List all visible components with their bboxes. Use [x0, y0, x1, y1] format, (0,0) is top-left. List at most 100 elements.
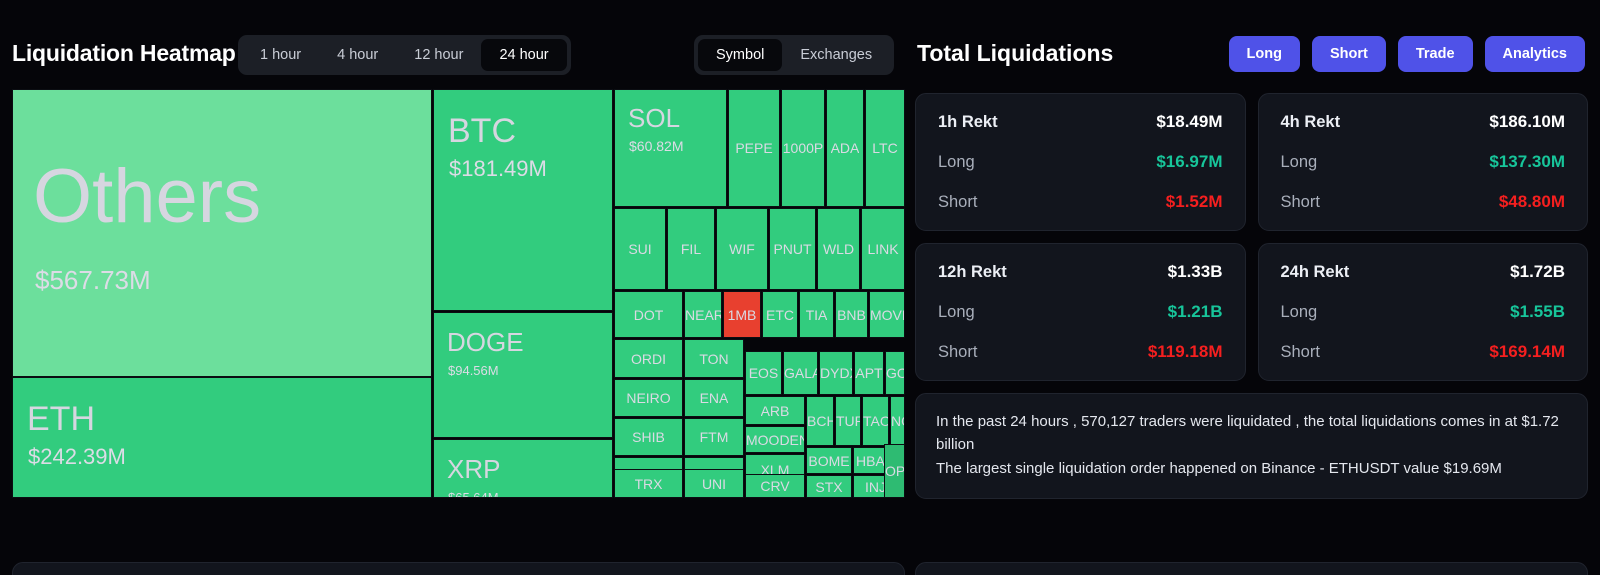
treemap-tile-not[interactable]: NOT — [890, 396, 905, 446]
treemap-tile-goat[interactable]: GOAT — [885, 351, 905, 395]
treemap-tile-ltc[interactable]: LTC — [865, 89, 905, 207]
treemap-tile-symbol: BNB — [837, 306, 866, 323]
treemap-tile-doge[interactable]: DOGE $94.56M — [433, 312, 613, 438]
treemap-tile-symbol: CRV — [760, 478, 790, 494]
treemap-tile-tao[interactable]: TAO — [862, 396, 889, 446]
treemap-tile-pnut[interactable]: PNUT — [769, 208, 816, 290]
treemap-tile-symbol: TON — [699, 350, 729, 367]
treemap-tile-symbol: OP — [885, 463, 904, 479]
rekt-period-label: 4h Rekt — [1280, 113, 1341, 131]
treemap-tile-ada[interactable]: ADA — [826, 89, 864, 207]
treemap-tile-gala[interactable]: GALA — [783, 351, 818, 395]
treemap-tile-symbol: TIA — [805, 306, 828, 323]
treemap-tile-bnb[interactable]: BNB — [835, 291, 868, 338]
long-button[interactable]: Long — [1228, 36, 1300, 72]
treemap-tile-dydx[interactable]: DYDX — [819, 351, 853, 395]
trade-button[interactable]: Trade — [1397, 36, 1473, 72]
total-liquidations-title: Total Liquidations — [917, 40, 1114, 66]
treemap-tile-symbol: STX — [815, 478, 843, 495]
treemap-tile-symbol: 1MB — [727, 306, 757, 323]
treemap-tile-wif[interactable]: WIF — [716, 208, 768, 290]
treemap-tile-symbol: NOT — [891, 413, 904, 429]
short-label: Short — [1280, 343, 1320, 361]
analytics-button[interactable]: Analytics — [1484, 36, 1585, 72]
treemap-tile-link[interactable]: LINK — [861, 208, 905, 290]
treemap-tile-symbol: ADA — [830, 140, 860, 156]
treemap-tile-trx[interactable]: TRX — [614, 469, 683, 498]
treemap-tile-ena[interactable]: ENA — [684, 379, 744, 417]
rekt-total-value: $1.33B — [1167, 262, 1223, 281]
treemap-tile-btc[interactable]: BTC $181.49M — [433, 89, 613, 311]
treemap-tile-sol[interactable]: SOL $60.82M — [614, 89, 727, 207]
treemap-tile-symbol: NEIRO — [626, 390, 671, 406]
treemap-tile-bch[interactable]: BCH — [806, 396, 834, 446]
short-button[interactable]: Short — [1311, 36, 1386, 72]
timeframe-selector[interactable]: 1 hour 4 hour 12 hour 24 hour — [238, 35, 571, 75]
treemap-tile-others[interactable]: Others $567.73M — [12, 89, 432, 377]
short-value: $1.52M — [1165, 192, 1223, 211]
treemap-tile-turbo[interactable]: TURBO — [835, 396, 861, 446]
treemap-tile-ton[interactable]: TON — [684, 339, 744, 378]
treemap-tile-pepe[interactable]: PEPE — [728, 89, 780, 207]
treemap-tile-tia[interactable]: TIA — [799, 291, 834, 338]
treemap-tile-op[interactable]: OP — [884, 444, 905, 498]
long-label: Long — [938, 153, 975, 171]
treemap-tile-near[interactable]: NEAR — [684, 291, 722, 338]
short-value: $119.18M — [1147, 342, 1223, 361]
treemap-tile-moodeng[interactable]: MOODENG — [745, 426, 805, 453]
treemap-tile-uni[interactable]: UNI — [684, 469, 744, 498]
treemap-tile-symbol: INJ — [865, 478, 886, 495]
treemap-tile-1000p[interactable]: 1000P — [781, 89, 825, 207]
view-mode-option-symbol[interactable]: Symbol — [698, 39, 783, 71]
treemap-tile-wld[interactable]: WLD — [817, 208, 860, 290]
rekt-period-label: 12h Rekt — [938, 263, 1007, 281]
rekt-period-label-row: 1h Rekt $18.49M — [938, 112, 1223, 132]
view-mode-option-exchanges[interactable]: Exchanges — [782, 39, 890, 71]
summary-line-2: The largest single liquidation order hap… — [936, 459, 1502, 477]
treemap-tile-ordi[interactable]: ORDI — [614, 339, 683, 378]
treemap-tile-etc[interactable]: ETC — [762, 291, 798, 338]
treemap-tile-xrp[interactable]: XRP $65.64M — [433, 439, 613, 498]
treemap-tile-move[interactable]: MOVE — [869, 291, 905, 338]
long-value: $1.21B — [1167, 302, 1223, 321]
treemap-tile-symbol: DYDX — [820, 365, 852, 381]
treemap-tile-neiro[interactable]: NEIRO — [614, 379, 683, 417]
treemap-tile-1mb[interactable]: 1MB — [723, 291, 761, 338]
timeframe-option-1-hour[interactable]: 1 hour — [242, 39, 319, 71]
treemap-tile-eth[interactable]: ETH $242.39M — [12, 377, 432, 498]
treemap-tile-arb[interactable]: ARB — [745, 396, 805, 425]
treemap-tile-dot[interactable]: DOT — [614, 291, 683, 338]
rekt-cards-grid: 1h Rekt $18.49M Long $16.97M Short $1.52M 4h R… — [915, 93, 1588, 381]
treemap-tile-symbol: GOAT — [886, 365, 904, 381]
treemap-tile-value: $60.82M — [629, 138, 684, 154]
treemap-tile-stx[interactable]: STX — [806, 475, 852, 498]
treemap-tile-symbol: GALA — [784, 365, 817, 381]
treemap-tile-symbol: Others — [33, 154, 262, 239]
treemap-tile-ftm[interactable]: FTM — [684, 418, 744, 456]
short-label: Short — [938, 193, 978, 211]
treemap-tile-apt[interactable]: APT — [854, 351, 884, 395]
short-label-row: Short $119.18M — [938, 342, 1223, 362]
treemap-tile-fil[interactable]: FIL — [667, 208, 715, 290]
treemap-tile-symbol: PEPE — [735, 140, 773, 156]
treemap-tile-shib[interactable]: SHIB — [614, 418, 683, 456]
treemap-tile-symbol: LINK — [867, 241, 899, 257]
rekt-period-label-row: 4h Rekt $186.10M — [1281, 112, 1566, 132]
treemap-tile-sui[interactable]: SUI — [614, 208, 666, 290]
long-label: Long — [1280, 303, 1318, 321]
treemap-tile-symbol: ARB — [760, 402, 790, 419]
treemap-tile-eos[interactable]: EOS — [745, 351, 782, 395]
treemap-tile-bome[interactable]: BOME — [806, 447, 852, 474]
rekt-card-12h: 12h Rekt $1.33B Long $1.21B Short $119.18M — [915, 243, 1246, 381]
treemap-tile-symbol: BTC — [448, 112, 516, 150]
rekt-total-value: $186.10M — [1489, 112, 1565, 131]
timeframe-option-4-hour[interactable]: 4 hour — [319, 39, 396, 71]
treemap-tile-symbol: FIL — [680, 241, 702, 257]
treemap-tile-symbol: BOME — [808, 452, 850, 469]
timeframe-option-12-hour[interactable]: 12 hour — [396, 39, 481, 71]
rekt-card-4h: 4h Rekt $186.10M Long $137.30M Short $48.80M — [1257, 93, 1588, 231]
timeframe-option-24-hour[interactable]: 24 hour — [481, 39, 567, 71]
treemap-tile-crv[interactable]: CRV — [745, 474, 805, 498]
treemap-chart[interactable]: Others $567.73M ETH $242.39M BTC $181.49M DOGE… — [12, 89, 905, 498]
view-mode-selector[interactable]: Symbol Exchanges — [694, 35, 895, 75]
